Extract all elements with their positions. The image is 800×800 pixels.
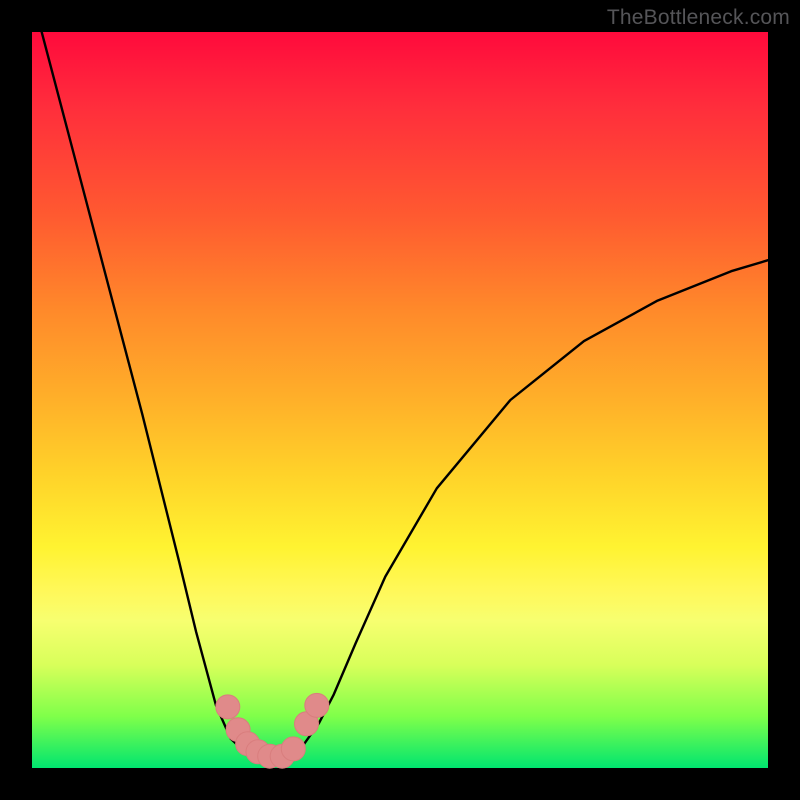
bottleneck-curve: [32, 0, 768, 758]
data-marker: [216, 695, 240, 719]
data-marker: [305, 693, 329, 717]
data-marker: [281, 737, 305, 761]
chart-frame: TheBottleneck.com: [0, 0, 800, 800]
chart-svg: [0, 0, 800, 800]
